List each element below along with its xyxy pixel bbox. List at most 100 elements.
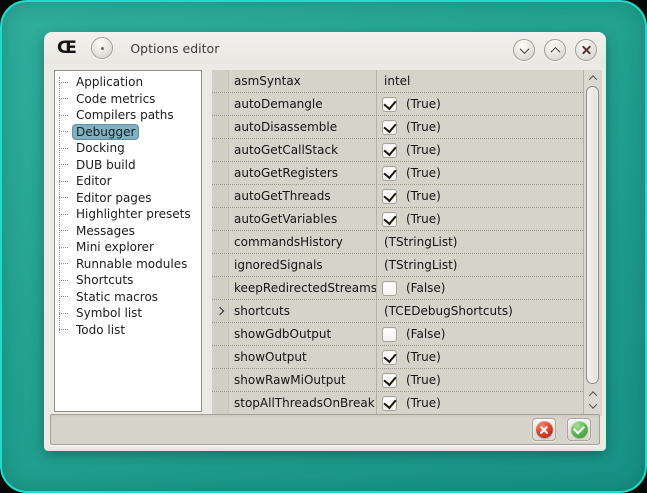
property-value[interactable]: intel bbox=[377, 70, 583, 92]
sidebar-item-compilers-paths[interactable]: Compilers paths bbox=[55, 107, 201, 124]
scroll-up-button[interactable] bbox=[584, 388, 602, 400]
expand-arrow-icon[interactable] bbox=[216, 307, 224, 315]
cancel-button[interactable] bbox=[532, 418, 556, 441]
checkbox-icon[interactable] bbox=[382, 166, 397, 181]
property-row[interactable]: keepRedirectedStreams (False) bbox=[212, 277, 583, 300]
sidebar-item-code-metrics[interactable]: Code metrics bbox=[55, 91, 201, 108]
chevron-down-icon bbox=[589, 400, 597, 408]
sidebar-item-symbol-list[interactable]: Symbol list bbox=[55, 305, 201, 322]
sidebar-item-editor[interactable]: Editor bbox=[55, 173, 201, 190]
sidebar-item-dub-build[interactable]: DUB build bbox=[55, 157, 201, 174]
chevron-up-icon bbox=[589, 391, 597, 399]
category-tree: Application Code metrics Compilers paths… bbox=[54, 70, 202, 412]
property-value[interactable]: (True) bbox=[377, 162, 583, 184]
sidebar-item-highlighter-presets[interactable]: Highlighter presets bbox=[55, 206, 201, 223]
chevron-up-icon bbox=[589, 75, 597, 83]
property-name: showOutput bbox=[229, 346, 377, 368]
sidebar-item-runnable-modules[interactable]: Runnable modules bbox=[55, 256, 201, 273]
checkbox-icon[interactable] bbox=[382, 212, 397, 227]
scroll-down-button[interactable] bbox=[584, 400, 602, 412]
checkbox-icon[interactable] bbox=[382, 327, 397, 342]
sidebar-item-application[interactable]: Application bbox=[55, 74, 201, 91]
property-value[interactable]: (TStringList) bbox=[377, 254, 583, 276]
close-icon bbox=[581, 45, 592, 56]
accept-icon bbox=[571, 421, 588, 438]
window-title: Options editor bbox=[130, 41, 219, 56]
checkbox-icon[interactable] bbox=[382, 97, 397, 112]
status-bar bbox=[50, 414, 600, 445]
property-row[interactable]: autoGetRegisters (True) bbox=[212, 162, 583, 185]
property-value[interactable]: (TStringList) bbox=[377, 231, 583, 253]
checkbox-icon[interactable] bbox=[382, 120, 397, 135]
chevron-down-icon bbox=[519, 44, 529, 54]
property-value[interactable]: (True) bbox=[377, 139, 583, 161]
checkbox-icon[interactable] bbox=[382, 373, 397, 388]
property-value[interactable]: (True) bbox=[377, 116, 583, 138]
accept-button[interactable] bbox=[567, 418, 591, 441]
property-row[interactable]: commandsHistory (TStringList) bbox=[212, 231, 583, 254]
maximize-button[interactable] bbox=[544, 39, 566, 61]
property-row[interactable]: showRawMiOutput (True) bbox=[212, 369, 583, 392]
property-row[interactable]: autoGetThreads (True) bbox=[212, 185, 583, 208]
property-name: ignoredSignals bbox=[229, 254, 377, 276]
scrollbar-thumb[interactable] bbox=[586, 86, 599, 384]
property-row[interactable]: autoGetCallStack (True) bbox=[212, 139, 583, 162]
sidebar-item-docking[interactable]: Docking bbox=[55, 140, 201, 157]
checkbox-icon[interactable] bbox=[382, 143, 397, 158]
sidebar-item-editor-pages[interactable]: Editor pages bbox=[55, 190, 201, 207]
property-row[interactable]: autoGetVariables (True) bbox=[212, 208, 583, 231]
property-name: autoGetVariables bbox=[229, 208, 377, 230]
property-name: showRawMiOutput bbox=[229, 369, 377, 391]
titlebar[interactable]: Œ Options editor bbox=[44, 32, 606, 64]
property-value[interactable]: (True) bbox=[377, 185, 583, 207]
property-name: stopAllThreadsOnBreak bbox=[229, 392, 377, 414]
property-value[interactable]: (True) bbox=[377, 208, 583, 230]
app-logo-icon: Œ bbox=[57, 40, 75, 57]
sidebar-item-static-macros[interactable]: Static macros bbox=[55, 289, 201, 306]
property-value[interactable]: (True) bbox=[377, 93, 583, 115]
property-value[interactable]: (False) bbox=[377, 323, 583, 345]
scrollbar[interactable] bbox=[583, 70, 602, 416]
sidebar-item-debugger[interactable]: Debugger bbox=[55, 124, 201, 141]
property-name: autoGetRegisters bbox=[229, 162, 377, 184]
property-name: showGdbOutput bbox=[229, 323, 377, 345]
checkbox-icon[interactable] bbox=[382, 281, 397, 296]
sidebar-item-mini-explorer[interactable]: Mini explorer bbox=[55, 239, 201, 256]
property-name: shortcuts bbox=[229, 300, 377, 322]
property-name: autoGetCallStack bbox=[229, 139, 377, 161]
property-value[interactable]: (TCEDebugShortcuts) bbox=[377, 300, 583, 322]
property-row[interactable]: ignoredSignals (TStringList) bbox=[212, 254, 583, 277]
property-row[interactable]: autoDemangle (True) bbox=[212, 93, 583, 116]
cancel-icon bbox=[536, 421, 553, 438]
checkbox-icon[interactable] bbox=[382, 189, 397, 204]
property-name: commandsHistory bbox=[229, 231, 377, 253]
property-row[interactable]: shortcuts (TCEDebugShortcuts) bbox=[212, 300, 583, 323]
property-row[interactable]: showGdbOutput (False) bbox=[212, 323, 583, 346]
property-value[interactable]: (True) bbox=[377, 392, 583, 414]
sidebar-item-todo-list[interactable]: Todo list bbox=[55, 322, 201, 339]
property-row[interactable]: asmSyntax intel bbox=[212, 70, 583, 93]
property-row[interactable]: showOutput (True) bbox=[212, 346, 583, 369]
window-menu-button[interactable] bbox=[91, 37, 113, 59]
property-name: keepRedirectedStreams bbox=[229, 277, 377, 299]
scroll-up-button[interactable] bbox=[584, 72, 602, 84]
property-grid: asmSyntax intel autoDemangle (True) auto… bbox=[212, 70, 602, 416]
window-frame: Œ Options editor Application Code metric… bbox=[0, 0, 647, 493]
property-name: asmSyntax bbox=[229, 70, 377, 92]
property-value[interactable]: (True) bbox=[377, 369, 583, 391]
sidebar-item-messages[interactable]: Messages bbox=[55, 223, 201, 240]
window-controls bbox=[513, 39, 597, 61]
checkbox-icon[interactable] bbox=[382, 396, 397, 411]
property-row[interactable]: autoDisassemble (True) bbox=[212, 116, 583, 139]
property-name: autoGetThreads bbox=[229, 185, 377, 207]
property-row[interactable]: stopAllThreadsOnBreak (True) bbox=[212, 392, 583, 415]
property-name: autoDisassemble bbox=[229, 116, 377, 138]
shade-button[interactable] bbox=[513, 39, 535, 61]
checkbox-icon[interactable] bbox=[382, 350, 397, 365]
property-value[interactable]: (False) bbox=[377, 277, 583, 299]
close-button[interactable] bbox=[575, 39, 597, 61]
options-editor-dialog: Œ Options editor Application Code metric… bbox=[44, 32, 606, 449]
sidebar-item-shortcuts[interactable]: Shortcuts bbox=[55, 272, 201, 289]
property-rows: asmSyntax intel autoDemangle (True) auto… bbox=[212, 70, 583, 416]
property-value[interactable]: (True) bbox=[377, 346, 583, 368]
